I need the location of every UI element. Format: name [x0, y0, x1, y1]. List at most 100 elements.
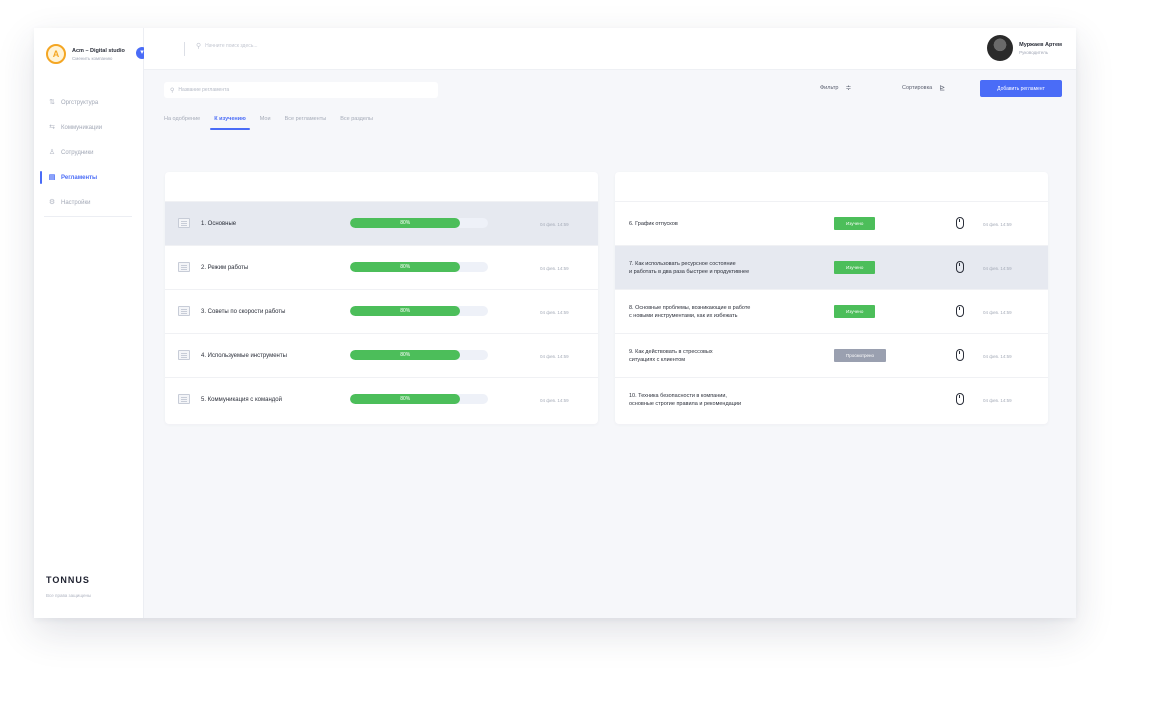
regulation-title: 6. График отпусков — [629, 221, 678, 227]
employees-icon: ♙ — [48, 148, 56, 156]
sidebar-item-label: Настройки — [61, 199, 91, 206]
user-name: Муржаев Артем — [1019, 41, 1062, 48]
user-menu[interactable]: Муржаев Артем Руководитель — [987, 35, 1062, 61]
filter-icon: ≑ — [845, 85, 852, 92]
tab-all-regulations[interactable]: Все регламенты — [285, 110, 327, 130]
table-row[interactable]: 7. Как использовать ресурсное состояние … — [615, 246, 1048, 290]
progress-bar: 80% — [350, 218, 488, 228]
regulation-tabs: На одобрение К изучению Мои Все регламен… — [164, 110, 387, 130]
sidebar-nav: ⇅ Оргструктура ⇆ Коммуникации ♙ Сотрудни… — [34, 90, 144, 215]
table-row[interactable]: 1. Основные 80% 04 фев. 14:59 — [165, 202, 598, 246]
progress-bar: 80% — [350, 306, 488, 316]
table-row[interactable]: 2. Режим работы 80% 04 фев. 14:59 — [165, 246, 598, 290]
sort-label: Сортировка — [902, 85, 933, 91]
top-bar: ⚲ Начните поиск здесь... Муржаев Артем Р… — [144, 28, 1076, 70]
progress-bar: 80% — [350, 262, 488, 272]
status-badge: Изучено — [834, 305, 876, 318]
row-date: 04 фев. 14:59 — [983, 221, 1012, 227]
progress-fill: 80% — [350, 394, 461, 404]
search-icon: ⚲ — [196, 43, 202, 50]
row-date: 04 фев. 14:59 — [540, 265, 569, 271]
tab-for-approval[interactable]: На одобрение — [164, 110, 200, 130]
filter-label: Фильтр — [820, 85, 839, 91]
regulation-search-input[interactable]: ⚲ Название регламента — [164, 82, 438, 98]
section-title: 2. Режим работы — [201, 265, 249, 271]
tab-all-sections[interactable]: Все разделы — [340, 110, 373, 130]
status-badge: Изучено — [834, 217, 876, 230]
table-row[interactable]: 9. Как действовать в стрессовых ситуация… — [615, 334, 1048, 378]
tab-mine[interactable]: Мои — [260, 110, 271, 130]
table-row[interactable]: 4. Используемые инструменты 80% 04 фев. 14… — [165, 334, 598, 378]
status-badge: Просмотрено — [834, 349, 887, 362]
regulation-title: 8. Основные проблемы, возникающие в рабо… — [629, 305, 751, 319]
brand-copyright: Все права защищены — [46, 593, 92, 598]
table-row[interactable]: 8. Основные проблемы, возникающие в рабо… — [615, 290, 1048, 334]
sidebar-item-communications[interactable]: ⇆ Коммуникации — [34, 115, 144, 140]
workspace-name: Acm – Digital studio — [72, 47, 125, 54]
progress-fill: 80% — [350, 350, 461, 360]
regulation-items-card: 6. График отпусков Изучено 04 фев. 14:59 7.… — [615, 172, 1048, 424]
regulation-search-placeholder[interactable]: Название регламента — [178, 87, 229, 93]
row-date: 04 фев. 14:59 — [540, 397, 569, 403]
sidebar-item-employees[interactable]: ♙ Сотрудники — [34, 140, 144, 165]
row-date: 04 фев. 14:59 — [983, 265, 1012, 271]
sidebar-item-org-structure[interactable]: ⇅ Оргструктура — [34, 90, 144, 115]
status-badge: Изучено — [834, 261, 876, 274]
row-date: 04 фев. 14:59 — [540, 221, 569, 227]
settings-icon: ⚙ — [48, 198, 56, 206]
workspace-switcher[interactable]: A Acm – Digital studio Сменить компанию … — [46, 40, 148, 68]
document-icon — [178, 394, 190, 404]
filter-button[interactable]: Фильтр ≑ — [820, 84, 851, 92]
search-icon: ⚲ — [170, 87, 175, 94]
workspace-change-link[interactable]: Сменить компанию — [72, 56, 134, 61]
sidebar-item-label: Оргструктура — [61, 99, 99, 106]
progress-fill: 80% — [350, 218, 461, 228]
sidebar-item-label: Сотрудники — [61, 149, 94, 156]
main-content: ⚲ Название регламента Фильтр ≑ Сортировк… — [144, 70, 1076, 618]
table-row[interactable]: 3. Советы по скорости работы 80% 04 фев. 1… — [165, 290, 598, 334]
regulation-title: 10. Техника безопасности в компании, осн… — [629, 393, 742, 407]
avatar[interactable] — [987, 35, 1014, 61]
org-structure-icon: ⇅ — [49, 98, 55, 106]
sidebar-item-settings[interactable]: ⚙ Настройки — [34, 190, 144, 215]
global-search-placeholder[interactable]: Начните поиск здесь... — [205, 43, 257, 49]
progress-bar: 80% — [350, 394, 488, 404]
row-date: 04 фев. 14:59 — [983, 309, 1012, 315]
regulation-title: 9. Как действовать в стрессовых ситуация… — [629, 349, 713, 363]
progress-fill: 80% — [350, 306, 461, 316]
sort-button[interactable]: Сортировка ⊵ — [902, 84, 945, 92]
table-row[interactable]: 6. График отпусков Изучено 04 фев. 14:59 — [615, 202, 1048, 246]
mouse-icon[interactable] — [956, 393, 964, 405]
user-role: Руководитель — [1019, 49, 1049, 55]
document-icon — [178, 262, 190, 272]
brand-logo: TONNUS — [46, 575, 90, 585]
add-regulation-button[interactable]: Добавить регламент — [980, 80, 1062, 97]
communications-icon: ⇆ — [49, 123, 55, 131]
mouse-icon[interactable] — [956, 217, 964, 229]
document-icon — [178, 218, 190, 228]
workspace-logo: A — [46, 44, 66, 64]
table-row[interactable]: 5. Коммуникация с командой 80% 04 фев. 14:… — [165, 378, 598, 422]
document-icon — [178, 350, 190, 360]
row-date: 04 фев. 14:59 — [540, 353, 569, 359]
section-title: 5. Коммуникация с командой — [201, 397, 282, 403]
table-row[interactable]: 10. Техника безопасности в компании, осн… — [615, 378, 1048, 422]
mouse-icon[interactable] — [956, 305, 964, 317]
section-title: 1. Основные — [201, 221, 237, 227]
sidebar-item-regulations[interactable]: ▤ Регламенты — [34, 165, 144, 190]
card-header — [165, 172, 598, 202]
topbar-divider — [184, 42, 185, 56]
sidebar-divider — [44, 216, 132, 217]
sidebar-item-label: Регламенты — [61, 174, 98, 181]
sidebar-item-label: Коммуникации — [61, 124, 103, 131]
section-title: 4. Используемые инструменты — [201, 353, 287, 359]
row-date: 04 фев. 14:59 — [983, 397, 1012, 403]
card-header — [615, 172, 1048, 202]
regulations-icon: ▤ — [48, 173, 56, 181]
mouse-icon[interactable] — [956, 261, 964, 273]
tab-to-study[interactable]: К изучению — [210, 110, 250, 130]
global-search[interactable]: ⚲ Начните поиск здесь... — [196, 42, 258, 50]
progress-bar: 80% — [350, 350, 488, 360]
section-title: 3. Советы по скорости работы — [201, 309, 286, 315]
mouse-icon[interactable] — [956, 349, 964, 361]
